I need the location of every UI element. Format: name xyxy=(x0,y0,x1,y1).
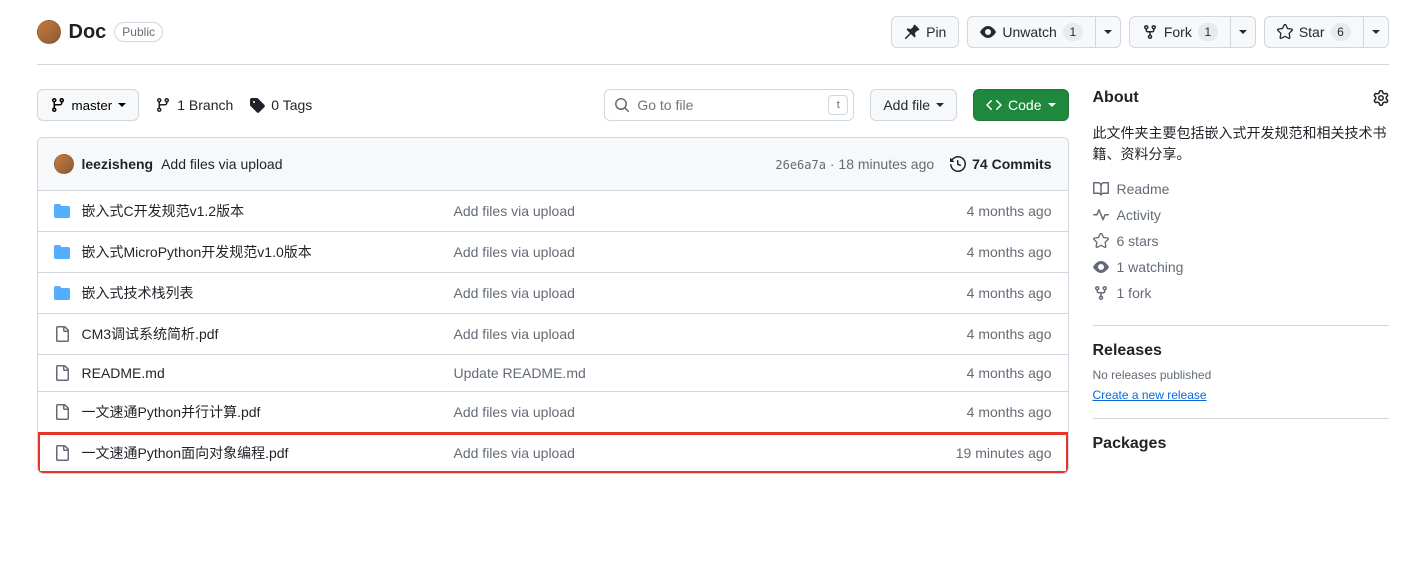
file-icon xyxy=(54,365,70,381)
watching-link[interactable]: 1 watching xyxy=(1093,259,1389,275)
about-description: 此文件夹主要包括嵌入式开发规范和相关技术书籍、资料分享。 xyxy=(1093,123,1389,165)
search-icon xyxy=(614,97,630,113)
forks-link[interactable]: 1 fork xyxy=(1093,285,1389,301)
branches-link[interactable]: 1 Branch xyxy=(155,97,233,113)
file-name[interactable]: 嵌入式C开发规范v1.2版本 xyxy=(82,201,245,221)
file-row[interactable]: README.md Update README.md4 months ago xyxy=(38,355,1068,392)
file-icon xyxy=(54,326,70,342)
file-icon xyxy=(54,445,70,461)
star-count: 6 xyxy=(1331,23,1351,41)
star-button[interactable]: Star6 xyxy=(1264,16,1364,48)
folder-icon xyxy=(54,285,70,301)
add-file-button[interactable]: Add file xyxy=(870,89,957,121)
file-commit-message[interactable]: Add files via upload xyxy=(454,326,912,342)
packages-title[interactable]: Packages xyxy=(1093,435,1389,453)
go-to-file-input[interactable] xyxy=(604,89,854,121)
branch-icon xyxy=(50,97,66,113)
repo-name[interactable]: Doc xyxy=(69,21,107,44)
file-name[interactable]: 一文速通Python面向对象编程.pdf xyxy=(82,443,289,463)
fork-icon xyxy=(1093,285,1109,301)
branch-selector[interactable]: master xyxy=(37,89,140,121)
commit-author-avatar[interactable] xyxy=(54,154,74,174)
book-icon xyxy=(1093,181,1109,197)
unwatch-button[interactable]: Unwatch1 xyxy=(967,16,1095,48)
star-icon xyxy=(1277,24,1293,40)
keyboard-hint: t xyxy=(828,95,848,115)
no-releases-text: No releases published xyxy=(1093,368,1389,382)
file-commit-message[interactable]: Add files via upload xyxy=(454,285,912,301)
folder-icon xyxy=(54,203,70,219)
commit-message[interactable]: Add files via upload xyxy=(161,156,282,172)
caret-down-icon xyxy=(1048,103,1056,107)
file-icon xyxy=(54,404,70,420)
about-title: About xyxy=(1093,89,1139,107)
eye-icon xyxy=(980,24,996,40)
file-date: 4 months ago xyxy=(912,365,1052,381)
eye-icon xyxy=(1093,259,1109,275)
activity-link[interactable]: Activity xyxy=(1093,207,1389,223)
history-icon xyxy=(950,156,966,172)
file-row[interactable]: 嵌入式C开发规范v1.2版本 Add files via upload4 mont… xyxy=(38,191,1068,232)
file-row[interactable]: 一文速通Python面向对象编程.pdf Add files via upload… xyxy=(38,433,1068,473)
file-date: 4 months ago xyxy=(912,285,1052,301)
fork-dropdown[interactable] xyxy=(1231,16,1256,48)
visibility-badge: Public xyxy=(114,22,163,42)
commit-author[interactable]: leezisheng xyxy=(82,156,154,172)
file-date: 4 months ago xyxy=(912,404,1052,420)
tags-link[interactable]: 0 Tags xyxy=(249,97,312,113)
file-commit-message[interactable]: Add files via upload xyxy=(454,203,912,219)
commits-link[interactable]: 74 Commits xyxy=(950,156,1051,172)
file-date: 4 months ago xyxy=(912,203,1052,219)
file-commit-message[interactable]: Add files via upload xyxy=(454,404,912,420)
star-dropdown[interactable] xyxy=(1364,16,1389,48)
create-release-link[interactable]: Create a new release xyxy=(1093,388,1207,402)
file-row[interactable]: 嵌入式MicroPython开发规范v1.0版本 Add files via up… xyxy=(38,232,1068,273)
folder-icon xyxy=(54,244,70,260)
branch-icon xyxy=(155,97,171,113)
stars-link[interactable]: 6 stars xyxy=(1093,233,1389,249)
fork-icon xyxy=(1142,24,1158,40)
commit-hash[interactable]: 26e6a7a xyxy=(775,158,826,172)
file-name[interactable]: CM3调试系统简析.pdf xyxy=(82,324,219,344)
releases-title[interactable]: Releases xyxy=(1093,342,1389,360)
file-name[interactable]: README.md xyxy=(82,365,165,381)
pulse-icon xyxy=(1093,207,1109,223)
fork-count: 1 xyxy=(1198,23,1218,41)
file-name[interactable]: 一文速通Python并行计算.pdf xyxy=(82,402,261,422)
readme-link[interactable]: Readme xyxy=(1093,181,1389,197)
file-row[interactable]: 一文速通Python并行计算.pdf Add files via upload4 … xyxy=(38,392,1068,433)
star-icon xyxy=(1093,233,1109,249)
pin-button[interactable]: Pin xyxy=(891,16,959,48)
unwatch-dropdown[interactable] xyxy=(1096,16,1121,48)
file-name[interactable]: 嵌入式MicroPython开发规范v1.0版本 xyxy=(82,242,312,262)
file-row[interactable]: CM3调试系统简析.pdf Add files via upload4 month… xyxy=(38,314,1068,355)
caret-down-icon xyxy=(1104,30,1112,34)
repo-owner-avatar[interactable] xyxy=(37,20,61,44)
caret-down-icon xyxy=(118,103,126,107)
watch-count: 1 xyxy=(1063,23,1083,41)
file-name[interactable]: 嵌入式技术栈列表 xyxy=(82,283,194,303)
caret-down-icon xyxy=(1372,30,1380,34)
commit-time: 18 minutes ago xyxy=(838,156,934,172)
tag-icon xyxy=(249,97,265,113)
file-row[interactable]: 嵌入式技术栈列表 Add files via upload4 months ago xyxy=(38,273,1068,314)
caret-down-icon xyxy=(936,103,944,107)
fork-button[interactable]: Fork1 xyxy=(1129,16,1231,48)
file-commit-message[interactable]: Update README.md xyxy=(454,365,912,381)
file-commit-message[interactable]: Add files via upload xyxy=(454,244,912,260)
code-button[interactable]: Code xyxy=(973,89,1068,121)
file-listing: leezisheng Add files via upload 26e6a7a … xyxy=(37,137,1069,474)
code-icon xyxy=(986,97,1002,113)
pin-icon xyxy=(904,24,920,40)
caret-down-icon xyxy=(1239,30,1247,34)
file-date: 4 months ago xyxy=(912,326,1052,342)
file-commit-message[interactable]: Add files via upload xyxy=(454,445,912,461)
file-date: 4 months ago xyxy=(912,244,1052,260)
file-date: 19 minutes ago xyxy=(912,445,1052,461)
gear-icon[interactable] xyxy=(1373,90,1389,106)
